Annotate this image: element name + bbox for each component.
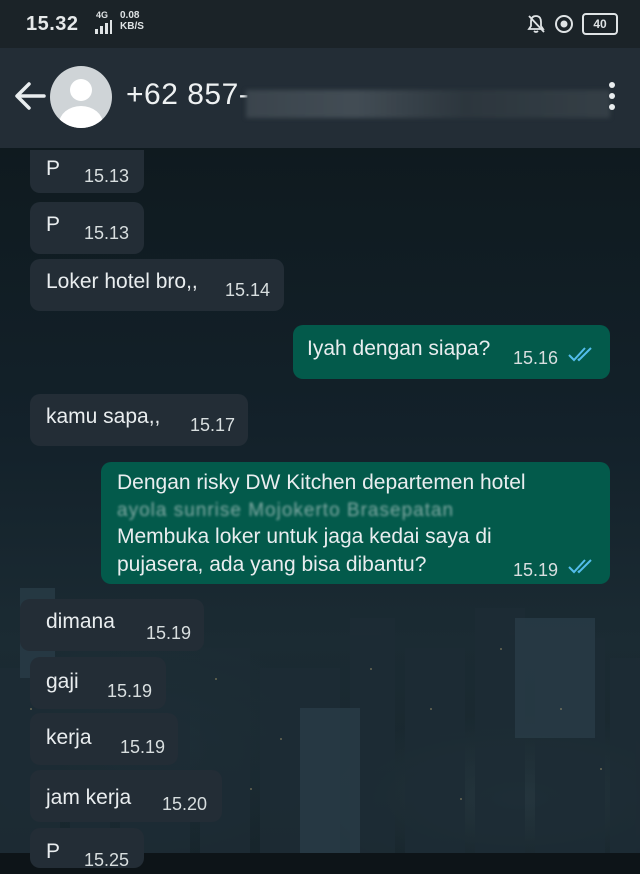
message-text: kamu sapa,,: [46, 405, 161, 428]
message-text: jam kerja: [46, 786, 132, 809]
message-bubble-incoming[interactable]: kerja 15.19: [30, 713, 178, 765]
message-time: 15.19: [513, 560, 559, 580]
message-time: 15.13: [84, 223, 130, 243]
message-bubble-incoming[interactable]: P 15.13: [30, 202, 144, 254]
message-line: Membuka loker untuk jaga kedai saya di: [117, 525, 492, 548]
network-type: 4G: [96, 10, 109, 20]
message-time: 15.16: [513, 348, 559, 368]
signal-bars-icon: [95, 20, 112, 34]
network-speed-unit: KB/S: [120, 21, 144, 32]
network-speed-value: 0.08: [120, 10, 140, 21]
chat-header: +62 857-: [0, 48, 640, 148]
read-receipt-icon: [568, 559, 592, 574]
default-avatar-icon: [59, 79, 103, 128]
message-bubble-incoming[interactable]: jam kerja 15.20: [30, 770, 222, 822]
contact-avatar[interactable]: [50, 66, 112, 128]
message-text: P: [46, 157, 61, 180]
message-time: 15.25: [84, 850, 130, 870]
message-time: 15.14: [225, 280, 271, 300]
message-text: kerja: [46, 726, 92, 749]
message-time: 15.13: [84, 166, 130, 186]
status-time: 15.32: [26, 13, 79, 35]
message-bubble-incoming[interactable]: P 15.25: [30, 828, 144, 870]
message-bubble-incoming[interactable]: dimana 15.19: [20, 599, 204, 651]
read-receipt-icon: [568, 347, 592, 362]
contact-name[interactable]: +62 857-: [126, 78, 249, 112]
message-text: Iyah dengan siapa?: [307, 337, 491, 360]
message-text: gaji: [46, 670, 79, 693]
battery-icon: 40: [582, 13, 618, 35]
redacted-number-overlay: [246, 90, 610, 118]
back-arrow-icon[interactable]: [12, 76, 48, 116]
message-bubble-incoming[interactable]: gaji 15.19: [30, 657, 166, 709]
message-bubble-outgoing[interactable]: Iyah dengan siapa? 15.16: [293, 325, 610, 379]
message-time: 15.17: [190, 415, 236, 435]
message-bubble-incoming[interactable]: Loker hotel bro,, 15.14: [30, 259, 284, 311]
message-bubble-incoming[interactable]: P 15.13: [30, 150, 144, 193]
message-time: 15.19: [120, 737, 166, 757]
message-text: P: [46, 213, 61, 236]
data-saver-icon: [555, 15, 573, 33]
message-bubble-incoming[interactable]: kamu sapa,, 15.17: [30, 394, 248, 446]
message-text: Loker hotel bro,,: [46, 270, 198, 293]
message-text: dimana: [46, 610, 115, 633]
message-time: 15.19: [107, 681, 153, 701]
network-speed: 0.08 KB/S: [120, 10, 144, 32]
message-line-blurred: ayola sunrise Mojokerto Brasepatan: [117, 500, 455, 521]
status-bar: 15.32 4G 0.08 KB/S 40: [0, 0, 640, 48]
message-text: P: [46, 840, 61, 863]
message-bubble-outgoing[interactable]: Dengan risky DW Kitchen departemen hotel…: [101, 462, 610, 584]
more-options-icon[interactable]: [606, 82, 618, 114]
message-time: 15.19: [146, 623, 192, 643]
message-line: Dengan risky DW Kitchen departemen hotel: [117, 471, 526, 494]
battery-level: 40: [593, 17, 607, 31]
message-time: 15.20: [162, 794, 208, 814]
status-icons: 40: [526, 13, 618, 35]
bell-off-icon: [527, 15, 545, 33]
